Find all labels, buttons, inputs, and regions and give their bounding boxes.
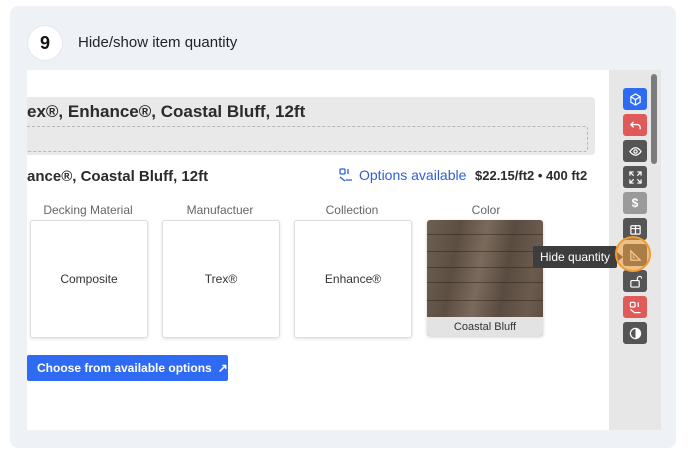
- section-title: ex®, Enhance®, Coastal Bluff, 12ft: [27, 102, 306, 121]
- dollar-icon: $: [631, 196, 639, 210]
- options-available-label: Options available: [359, 167, 467, 183]
- cube-button[interactable]: [623, 88, 647, 110]
- manufacturer-card[interactable]: Trex®: [162, 220, 280, 338]
- attribute-value: Trex®: [204, 272, 238, 286]
- box-3d-icon: [629, 224, 641, 235]
- options-icon: [339, 168, 352, 182]
- decking-material-card[interactable]: Composite: [30, 220, 148, 338]
- attribute-label: Color: [471, 203, 501, 217]
- choose-options-button[interactable]: Choose from available options ↗: [27, 355, 228, 381]
- attribute-label: Collection: [325, 203, 379, 217]
- attribute-label: Decking Material: [43, 203, 133, 217]
- attribute-label: Manufactuer: [186, 203, 254, 217]
- scrollbar[interactable]: [651, 74, 657, 164]
- cube-icon: [629, 92, 641, 106]
- contrast-button[interactable]: [623, 322, 647, 344]
- options-available-link[interactable]: Options available: [339, 167, 466, 183]
- undo-icon: [629, 120, 641, 129]
- item-title: ance®, Coastal Bluff, 12ft: [27, 168, 209, 185]
- external-arrow-icon: ↗: [217, 361, 228, 375]
- options-button[interactable]: [623, 296, 647, 318]
- color-swatch-card[interactable]: Coastal Bluff: [427, 220, 543, 336]
- collection-card[interactable]: Enhance®: [294, 220, 412, 338]
- eye-icon: [628, 146, 642, 156]
- color-name: Coastal Bluff: [427, 317, 543, 336]
- price-quantity: $22.15/ft2 • 400 ft2: [475, 168, 588, 183]
- undo-button[interactable]: [623, 114, 647, 136]
- click-highlight: [615, 236, 651, 272]
- eye-button[interactable]: [623, 140, 647, 162]
- step-title: Hide/show item quantity: [78, 34, 238, 51]
- drop-zone: [27, 126, 588, 152]
- price-button[interactable]: $: [623, 192, 647, 214]
- contrast-icon: [629, 327, 641, 339]
- hide-quantity-tooltip: Hide quantity: [533, 246, 624, 268]
- unlock-icon: [629, 275, 642, 288]
- unlock-button[interactable]: [623, 270, 647, 292]
- choose-options-label: Choose from available options: [37, 361, 212, 375]
- step-number-badge: 9: [28, 26, 62, 60]
- options-icon: [629, 301, 641, 314]
- expand-button[interactable]: [623, 166, 647, 188]
- attribute-value: Enhance®: [324, 272, 382, 286]
- attribute-value: Composite: [60, 272, 118, 286]
- expand-icon: [628, 170, 642, 184]
